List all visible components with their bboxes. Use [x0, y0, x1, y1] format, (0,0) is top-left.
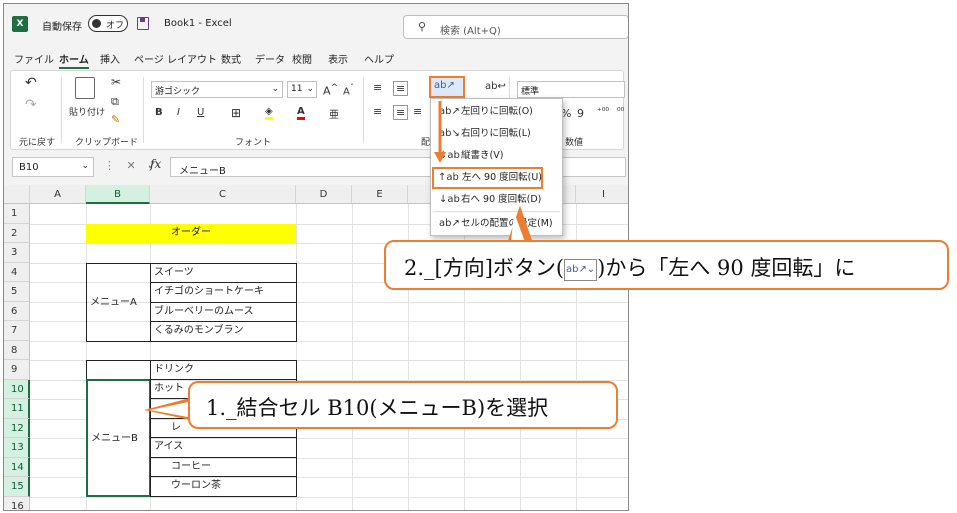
step1-callout: 1._結合セル B10(メニューB)を選択 [188, 381, 618, 429]
step1-text: 1._結合セル B10(メニューB)を選択 [206, 396, 549, 420]
step2-text: 2._[方向]ボタン(ab↗⌄)から「左へ 90 度回転」に [404, 256, 856, 281]
step2-callout: 2._[方向]ボタン(ab↗⌄)から「左へ 90 度回転」に [384, 240, 949, 290]
orientation-button-icon: ab↗⌄ [564, 258, 598, 281]
